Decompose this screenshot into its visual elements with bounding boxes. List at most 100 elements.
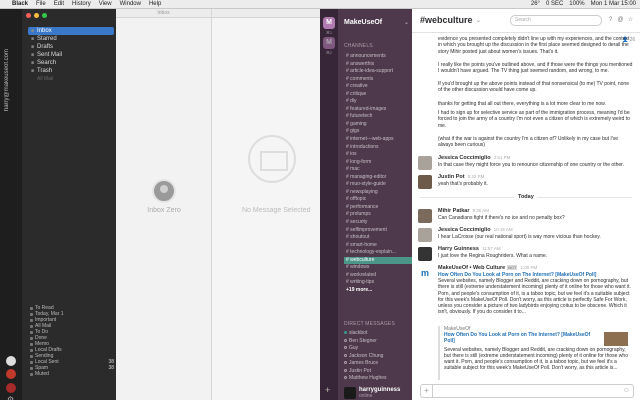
- folder-inbox[interactable]: ■ Inbox: [28, 27, 114, 35]
- channel-item[interactable]: # offtopic: [344, 196, 412, 204]
- star-icon[interactable]: ☆: [626, 15, 635, 26]
- emoji-icon[interactable]: ☺: [623, 387, 630, 394]
- team-name[interactable]: MakeUseOf: [344, 19, 382, 26]
- channel-item[interactable]: # ios: [344, 151, 412, 159]
- current-user[interactable]: harryguinness online: [344, 387, 400, 399]
- dm-item[interactable]: Guy: [344, 345, 412, 353]
- channel-item[interactable]: # answerthis: [344, 61, 412, 69]
- channel-item[interactable]: # internet---web-apps: [344, 136, 412, 144]
- direct-messages-header[interactable]: DIRECT MESSAGES: [344, 321, 395, 327]
- avatar: [344, 387, 356, 399]
- avatar: [418, 247, 432, 261]
- channel-item[interactable]: # smart-home: [344, 242, 412, 250]
- mail-account-rail: harry@makeuseof.com ⚙: [0, 9, 22, 400]
- label-swatch: [30, 336, 33, 340]
- battery-status[interactable]: 100%: [569, 1, 584, 7]
- folder-trash[interactable]: ■ Trash: [28, 67, 114, 75]
- gear-icon[interactable]: ⚙: [7, 395, 14, 400]
- channel-item[interactable]: # gaming: [344, 121, 412, 129]
- channel-item[interactable]: # windows: [344, 264, 412, 272]
- channel-item[interactable]: # critique: [344, 91, 412, 99]
- status-timer[interactable]: 0 SEC: [546, 1, 563, 7]
- channel-item[interactable]: # creative: [344, 83, 412, 91]
- folder-search[interactable]: ■ Search: [28, 59, 114, 67]
- channel-item[interactable]: # managing-editor: [344, 174, 412, 182]
- channel-item[interactable]: # mac: [344, 166, 412, 174]
- channel-item[interactable]: # webculture: [344, 256, 412, 265]
- message-input[interactable]: + ☺: [420, 384, 634, 398]
- chevron-down-icon[interactable]: ⌄: [476, 17, 481, 24]
- menu-edit[interactable]: Edit: [54, 1, 64, 7]
- preview-thumbnail[interactable]: [604, 332, 628, 346]
- dm-name: Jackson Chung: [349, 352, 384, 359]
- app-menu[interactable]: Black: [12, 1, 28, 7]
- dm-item[interactable]: slackbot: [344, 330, 412, 338]
- channel-item[interactable]: # article-idea-support: [344, 68, 412, 76]
- menu-history[interactable]: History: [72, 1, 91, 7]
- add-team-icon[interactable]: +: [325, 385, 330, 395]
- label-swatch: [30, 354, 33, 358]
- avatar: [418, 175, 432, 189]
- channel-item[interactable]: # featured-images: [344, 106, 412, 114]
- channel-item[interactable]: # technology-explain...: [344, 249, 412, 257]
- team-second[interactable]: M: [323, 37, 335, 49]
- channel-item[interactable]: # gigs: [344, 128, 412, 136]
- mentions-icon[interactable]: @: [616, 15, 625, 26]
- channel-item[interactable]: # introductions: [344, 144, 412, 152]
- user-avatar-icon[interactable]: [6, 356, 16, 366]
- channel-item[interactable]: # security: [344, 219, 412, 227]
- channel-item[interactable]: # announcements: [344, 53, 412, 61]
- message-scroll[interactable]: 👤 26 evidence you presented completely d…: [412, 34, 640, 380]
- team-makeuseof[interactable]: M: [323, 17, 335, 29]
- minimize-window-icon[interactable]: [34, 13, 39, 18]
- channel-item[interactable]: # performance: [344, 204, 412, 212]
- link-preview[interactable]: MakeUseOf How Often Do You Look at Porn …: [438, 326, 634, 380]
- channel-item[interactable]: # workrelated: [344, 272, 412, 280]
- channel-item[interactable]: # selfimprovement: [344, 227, 412, 235]
- channel-item[interactable]: # muo-style-guide: [344, 181, 412, 189]
- dm-item[interactable]: Ben Stegner: [344, 338, 412, 346]
- search-input[interactable]: Search: [510, 15, 602, 26]
- app-icon-dark-red[interactable]: [6, 383, 16, 393]
- folder-drafts[interactable]: ■ Drafts: [28, 43, 114, 51]
- channel-item[interactable]: # comments: [344, 76, 412, 84]
- message-text: thanks for getting that all out there, e…: [438, 101, 606, 107]
- close-window-icon[interactable]: [26, 13, 31, 18]
- menu-window[interactable]: Window: [120, 1, 141, 7]
- app-icon-red[interactable]: [6, 369, 16, 379]
- label-swatch: [30, 306, 33, 310]
- channel-item[interactable]: # writing-tips: [344, 279, 412, 287]
- chevron-down-icon[interactable]: ⌄: [404, 19, 409, 26]
- channels-header[interactable]: CHANNELS: [344, 43, 373, 49]
- dm-item[interactable]: James Bruce: [344, 360, 412, 368]
- menubar-clock[interactable]: Mon 1 Mar 15:00: [591, 1, 636, 7]
- dm-name: Guy: [349, 345, 359, 352]
- menu-file[interactable]: File: [36, 1, 46, 7]
- status-temp[interactable]: 26°: [531, 1, 540, 7]
- label-item[interactable]: Muted: [30, 371, 114, 377]
- plus-icon[interactable]: +: [421, 385, 433, 397]
- channel-item[interactable]: # shoutout: [344, 234, 412, 242]
- info-icon[interactable]: ?: [606, 15, 615, 26]
- folder-starred[interactable]: ■ Starred: [28, 35, 114, 43]
- more-channels-link[interactable]: +19 more...: [344, 287, 412, 295]
- menu-view[interactable]: View: [99, 1, 112, 7]
- channel-item[interactable]: # long-form: [344, 159, 412, 167]
- folder-all-mail[interactable]: All Mail: [34, 75, 114, 83]
- label-name: Muted: [35, 371, 49, 377]
- menu-help[interactable]: Help: [149, 1, 161, 7]
- message-time: 11:57 AM: [481, 246, 501, 251]
- channel-item[interactable]: # diy: [344, 98, 412, 106]
- dm-item[interactable]: Matthew Hughes: [344, 375, 412, 383]
- presence-icon: [344, 361, 347, 365]
- zoom-window-icon[interactable]: [42, 13, 47, 18]
- label-swatch: [30, 372, 33, 376]
- channel-item[interactable]: # newsplaying: [344, 189, 412, 197]
- channel-item[interactable]: # prolumps: [344, 211, 412, 219]
- preview-title[interactable]: How Often Do You Look at Porn on The Int…: [444, 332, 594, 345]
- folder-sent[interactable]: ■ Sent Mail: [28, 51, 114, 59]
- channel-item[interactable]: # futuretech: [344, 113, 412, 121]
- channel-title[interactable]: #webculture: [420, 15, 473, 25]
- dm-item[interactable]: Justin Pot: [344, 368, 412, 376]
- dm-item[interactable]: Jackson Chung: [344, 353, 412, 361]
